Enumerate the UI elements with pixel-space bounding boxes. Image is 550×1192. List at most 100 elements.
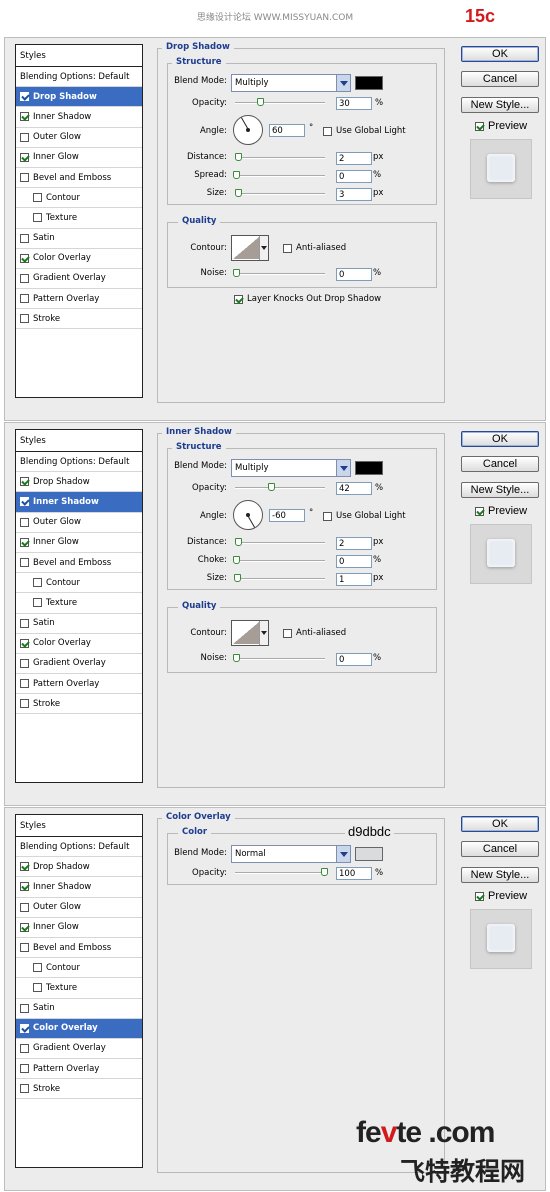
slider-thumb[interactable] — [321, 868, 328, 876]
list-item-gradient-overlay[interactable]: Gradient Overlay — [16, 269, 142, 290]
preview-option[interactable]: Preview — [475, 120, 527, 132]
size-slider[interactable] — [234, 574, 325, 582]
slider-thumb[interactable] — [235, 189, 242, 197]
distance-slider[interactable] — [235, 153, 325, 161]
noise-input[interactable]: 0 — [336, 268, 372, 281]
list-item-stroke[interactable]: Stroke — [16, 309, 142, 330]
list-item-drop-shadow[interactable]: Drop Shadow — [16, 87, 142, 108]
checkbox-icon[interactable] — [20, 699, 29, 709]
list-item-color-overlay[interactable]: Color Overlay — [16, 634, 142, 654]
checkbox-icon[interactable] — [33, 598, 42, 608]
checkbox-icon[interactable] — [20, 314, 29, 324]
checkbox-icon[interactable] — [283, 243, 292, 253]
list-item-blending-options[interactable]: Blending Options: Default — [16, 837, 142, 858]
checkbox-icon[interactable] — [20, 1023, 29, 1033]
checkbox-icon[interactable] — [20, 658, 29, 668]
checkbox-icon[interactable] — [20, 679, 29, 689]
list-item-outer-glow[interactable]: Outer Glow — [16, 898, 142, 918]
slider-thumb[interactable] — [235, 153, 242, 161]
checkbox-icon[interactable] — [20, 497, 29, 507]
noise-slider[interactable] — [233, 269, 325, 277]
checkbox-icon[interactable] — [234, 294, 243, 304]
checkbox-icon[interactable] — [323, 511, 332, 521]
list-item-inner-shadow[interactable]: Inner Shadow — [16, 492, 142, 513]
list-item-texture[interactable]: Texture — [16, 208, 142, 229]
list-item-inner-glow[interactable]: Inner Glow — [16, 533, 142, 553]
checkbox-icon[interactable] — [33, 213, 42, 223]
list-item-texture[interactable]: Texture — [16, 593, 142, 614]
list-item-inner-shadow[interactable]: Inner Shadow — [16, 877, 142, 898]
distance-input[interactable]: 2 — [336, 537, 372, 550]
list-item-drop-shadow[interactable]: Drop Shadow — [16, 857, 142, 878]
layer-knocks-out-option[interactable]: Layer Knocks Out Drop Shadow — [234, 294, 381, 304]
slider-thumb[interactable] — [233, 654, 240, 662]
opacity-slider[interactable] — [235, 483, 325, 491]
checkbox-icon[interactable] — [20, 902, 29, 912]
checkbox-icon[interactable] — [20, 294, 29, 304]
list-item-outer-glow[interactable]: Outer Glow — [16, 513, 142, 533]
list-item-satin[interactable]: Satin — [16, 999, 142, 1019]
blend-mode-select[interactable]: Multiply — [231, 74, 351, 92]
checkbox-icon[interactable] — [33, 578, 42, 588]
slider-thumb[interactable] — [234, 574, 241, 582]
checkbox-icon[interactable] — [475, 891, 484, 901]
new-style-button[interactable]: New Style... — [461, 482, 539, 498]
slider-thumb[interactable] — [268, 483, 275, 491]
opacity-slider[interactable] — [235, 98, 325, 106]
list-item-bevel-emboss[interactable]: Bevel and Emboss — [16, 938, 142, 959]
ok-button[interactable]: OK — [461, 431, 539, 447]
slider-thumb[interactable] — [233, 556, 240, 564]
slider-thumb[interactable] — [257, 98, 264, 106]
checkbox-icon[interactable] — [20, 618, 29, 628]
list-item-drop-shadow[interactable]: Drop Shadow — [16, 472, 142, 493]
blend-mode-select[interactable]: Multiply — [231, 459, 351, 477]
checkbox-icon[interactable] — [33, 963, 42, 973]
angle-input[interactable]: -60 — [269, 509, 305, 522]
shadow-color-swatch[interactable] — [355, 76, 383, 90]
list-item-styles[interactable]: Styles — [16, 45, 142, 67]
checkbox-icon[interactable] — [20, 253, 29, 263]
slider-thumb[interactable] — [235, 538, 242, 546]
checkbox-icon[interactable] — [20, 92, 29, 102]
checkbox-icon[interactable] — [20, 1043, 29, 1053]
cancel-button[interactable]: Cancel — [461, 71, 539, 87]
checkbox-icon[interactable] — [33, 983, 42, 993]
checkbox-icon[interactable] — [323, 126, 332, 136]
spread-slider[interactable] — [233, 171, 325, 179]
new-style-button[interactable]: New Style... — [461, 97, 539, 113]
cancel-button[interactable]: Cancel — [461, 456, 539, 472]
distance-slider[interactable] — [235, 538, 325, 546]
list-item-color-overlay[interactable]: Color Overlay — [16, 249, 142, 269]
slider-thumb[interactable] — [233, 171, 240, 179]
checkbox-icon[interactable] — [20, 477, 29, 487]
checkbox-icon[interactable] — [20, 943, 29, 953]
checkbox-icon[interactable] — [20, 882, 29, 892]
angle-dial[interactable] — [233, 115, 263, 145]
new-style-button[interactable]: New Style... — [461, 867, 539, 883]
list-item-color-overlay[interactable]: Color Overlay — [16, 1018, 142, 1039]
checkbox-icon[interactable] — [475, 121, 484, 131]
checkbox-icon[interactable] — [475, 506, 484, 516]
checkbox-icon[interactable] — [20, 1084, 29, 1094]
checkbox-icon[interactable] — [20, 152, 29, 162]
contour-picker[interactable] — [231, 235, 269, 261]
list-item-inner-glow[interactable]: Inner Glow — [16, 148, 142, 168]
list-item-gradient-overlay[interactable]: Gradient Overlay — [16, 654, 142, 675]
opacity-input[interactable]: 100 — [336, 867, 372, 880]
list-item-contour[interactable]: Contour — [16, 958, 142, 979]
checkbox-icon[interactable] — [20, 537, 29, 547]
opacity-input[interactable]: 42 — [336, 482, 372, 495]
angle-input[interactable]: 60 — [269, 124, 305, 137]
ok-button[interactable]: OK — [461, 46, 539, 62]
checkbox-icon[interactable] — [20, 132, 29, 142]
anti-aliased-option[interactable]: Anti-aliased — [283, 243, 346, 253]
opacity-input[interactable]: 30 — [336, 97, 372, 110]
size-slider[interactable] — [235, 189, 325, 197]
choke-input[interactable]: 0 — [336, 555, 372, 568]
checkbox-icon[interactable] — [20, 1003, 29, 1013]
list-item-contour[interactable]: Contour — [16, 573, 142, 594]
list-item-inner-glow[interactable]: Inner Glow — [16, 918, 142, 938]
list-item-pattern-overlay[interactable]: Pattern Overlay — [16, 674, 142, 695]
list-item-gradient-overlay[interactable]: Gradient Overlay — [16, 1039, 142, 1060]
angle-dial[interactable] — [233, 500, 263, 530]
